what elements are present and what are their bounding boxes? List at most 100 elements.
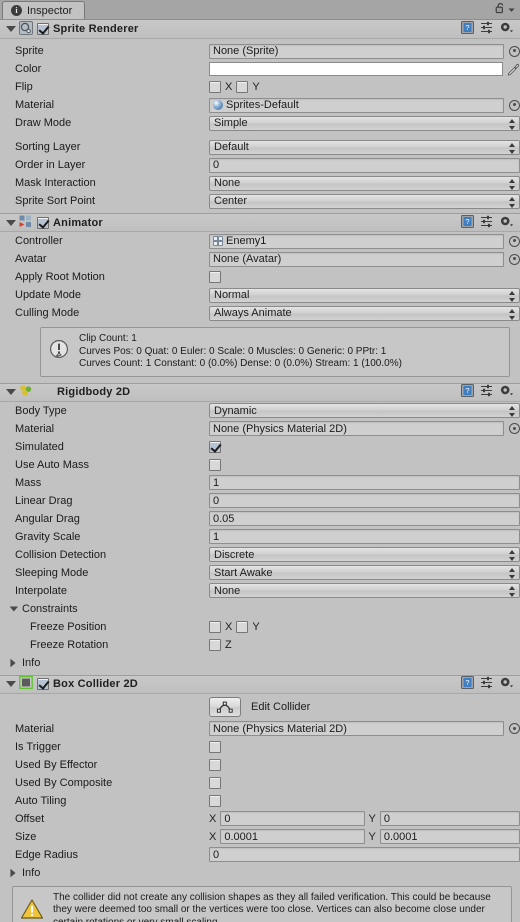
- mass-input[interactable]: 1: [209, 475, 520, 490]
- offset-x-input[interactable]: 0: [220, 811, 365, 826]
- offset-y-input[interactable]: 0: [379, 811, 520, 826]
- help-book-icon[interactable]: ?: [461, 214, 474, 231]
- popup-culling-mode[interactable]: Always Animate: [209, 305, 520, 321]
- foldout-sprite-renderer[interactable]: [5, 24, 16, 34]
- is-trigger-checkbox[interactable]: [209, 740, 221, 753]
- row-update-mode: Update Mode Normal: [0, 286, 520, 304]
- simulated-checkbox[interactable]: [209, 440, 221, 453]
- popup-update-mode[interactable]: Normal: [209, 287, 520, 303]
- preset-sliders-icon[interactable]: [480, 384, 493, 400]
- label-linear-drag: Linear Drag: [15, 494, 73, 507]
- row-mask-interaction: Mask Interaction None: [0, 174, 520, 192]
- eyedropper-icon[interactable]: [507, 63, 520, 76]
- component-header-animator[interactable]: Animator ?: [0, 213, 520, 232]
- lock-open-icon[interactable]: [495, 2, 506, 17]
- object-field-avatar[interactable]: None (Avatar): [209, 251, 504, 267]
- field-material-collider: None (Physics Material 2D): [209, 721, 520, 736]
- object-field-sprite[interactable]: None (Sprite): [209, 43, 504, 59]
- popup-interpolate[interactable]: None: [209, 583, 520, 598]
- chevron-right-icon[interactable]: [9, 658, 18, 667]
- field-offset: X 0 Y 0: [209, 811, 520, 826]
- object-picker-icon-material-collider[interactable]: [509, 723, 520, 734]
- freeze-rotation-z-checkbox[interactable]: [209, 638, 221, 651]
- order-in-layer-input[interactable]: 0: [209, 157, 520, 173]
- material-ball-icon: [213, 100, 223, 110]
- size-x-input[interactable]: 0.0001: [220, 829, 365, 844]
- freeze-position-x-checkbox[interactable]: [209, 620, 221, 633]
- object-picker-icon-controller[interactable]: [509, 235, 520, 247]
- foldout-collider-info[interactable]: Info: [0, 864, 520, 882]
- flip-x-checkbox[interactable]: [209, 81, 221, 93]
- size-y-input[interactable]: 0.0001: [379, 829, 520, 844]
- popup-draw-mode[interactable]: Simple: [209, 115, 520, 131]
- avatar-value[interactable]: None (Avatar): [209, 251, 504, 267]
- object-picker-icon-material-sprite[interactable]: [509, 99, 520, 111]
- label-auto-tiling: Auto Tiling: [15, 794, 67, 807]
- component-header-box-collider-2d[interactable]: Box Collider 2D ?: [0, 674, 520, 694]
- row-offset: Offset X 0 Y 0: [0, 810, 520, 828]
- help-book-icon[interactable]: ?: [461, 384, 474, 400]
- freeze-position-y-checkbox[interactable]: [236, 620, 249, 633]
- gear-icon[interactable]: [499, 384, 514, 400]
- apply-root-motion-checkbox[interactable]: [209, 271, 221, 283]
- linear-drag-input[interactable]: 0: [209, 493, 520, 508]
- chevron-right-icon[interactable]: [9, 868, 18, 877]
- foldout-rigidbody-info[interactable]: Info: [0, 654, 520, 672]
- popup-collision-detection[interactable]: Discrete: [209, 547, 520, 562]
- flip-y-checkbox[interactable]: [236, 81, 249, 93]
- gravity-scale-input[interactable]: 1: [209, 529, 520, 544]
- component-enable-checkbox-box-collider-2d[interactable]: [37, 678, 49, 690]
- object-picker-icon-sprite[interactable]: [509, 45, 520, 57]
- angular-drag-input[interactable]: 0.05: [209, 511, 520, 526]
- sprite-value[interactable]: None (Sprite): [209, 43, 504, 59]
- row-interpolate: Interpolate None: [0, 582, 520, 600]
- edit-collider-button[interactable]: [209, 696, 241, 717]
- help-book-icon[interactable]: ?: [461, 21, 474, 37]
- foldout-animator[interactable]: [5, 218, 16, 228]
- field-material-sprite: Sprites-Default: [209, 97, 520, 113]
- object-picker-icon-material-rb[interactable]: [509, 423, 520, 434]
- chevron-updown-icon: [509, 118, 516, 130]
- object-field-material-rb[interactable]: None (Physics Material 2D): [209, 421, 504, 436]
- tab-inspector[interactable]: i Inspector: [2, 1, 86, 19]
- size-x-label: X: [209, 830, 217, 843]
- foldout-rigidbody-2d[interactable]: [5, 387, 16, 397]
- foldout-box-collider-2d[interactable]: [5, 679, 16, 689]
- popup-sprite-sort-point[interactable]: Center: [209, 193, 520, 209]
- component-enable-checkbox-sprite-renderer[interactable]: [37, 23, 49, 35]
- component-header-sprite-renderer[interactable]: Sprite Renderer ?: [0, 20, 520, 39]
- popup-sleeping-mode[interactable]: Start Awake: [209, 565, 520, 580]
- component-enable-checkbox-animator[interactable]: [37, 216, 49, 229]
- popup-mask-interaction[interactable]: None: [209, 175, 520, 191]
- used-by-effector-checkbox[interactable]: [209, 758, 221, 771]
- label-body-type: Body Type: [15, 404, 67, 417]
- preset-sliders-icon[interactable]: [480, 676, 493, 692]
- object-picker-icon-avatar[interactable]: [509, 253, 520, 265]
- controller-input[interactable]: Enemy1: [209, 233, 504, 249]
- material-rb-value[interactable]: None (Physics Material 2D): [209, 421, 504, 436]
- chevron-down-icon[interactable]: [9, 604, 19, 613]
- edge-radius-input[interactable]: 0: [209, 847, 520, 862]
- preset-sliders-icon[interactable]: [480, 215, 493, 231]
- material-sprite-input[interactable]: Sprites-Default: [209, 97, 504, 113]
- object-field-material-collider[interactable]: None (Physics Material 2D): [209, 721, 504, 736]
- foldout-constraints[interactable]: Constraints: [0, 600, 520, 618]
- auto-tiling-checkbox[interactable]: [209, 794, 221, 807]
- material-collider-value[interactable]: None (Physics Material 2D): [209, 721, 504, 736]
- popup-sorting-layer[interactable]: Default: [209, 139, 520, 155]
- field-sprite: None (Sprite): [209, 43, 520, 59]
- gear-icon[interactable]: [499, 21, 514, 37]
- header-icons-animator: ?: [461, 214, 516, 231]
- tab-menu-icon[interactable]: [508, 4, 515, 16]
- preset-sliders-icon[interactable]: [480, 21, 493, 37]
- object-field-material-sprite[interactable]: Sprites-Default: [209, 97, 504, 113]
- popup-body-type[interactable]: Dynamic: [209, 403, 520, 418]
- gear-icon[interactable]: [499, 676, 514, 692]
- used-by-composite-checkbox[interactable]: [209, 776, 221, 789]
- help-book-icon[interactable]: ?: [461, 676, 474, 692]
- use-auto-mass-checkbox[interactable]: [209, 458, 221, 471]
- gear-icon[interactable]: [499, 215, 514, 231]
- color-swatch[interactable]: [209, 62, 503, 76]
- component-header-rigidbody-2d[interactable]: Rigidbody 2D ?: [0, 382, 520, 402]
- object-field-controller[interactable]: Enemy1: [209, 233, 504, 249]
